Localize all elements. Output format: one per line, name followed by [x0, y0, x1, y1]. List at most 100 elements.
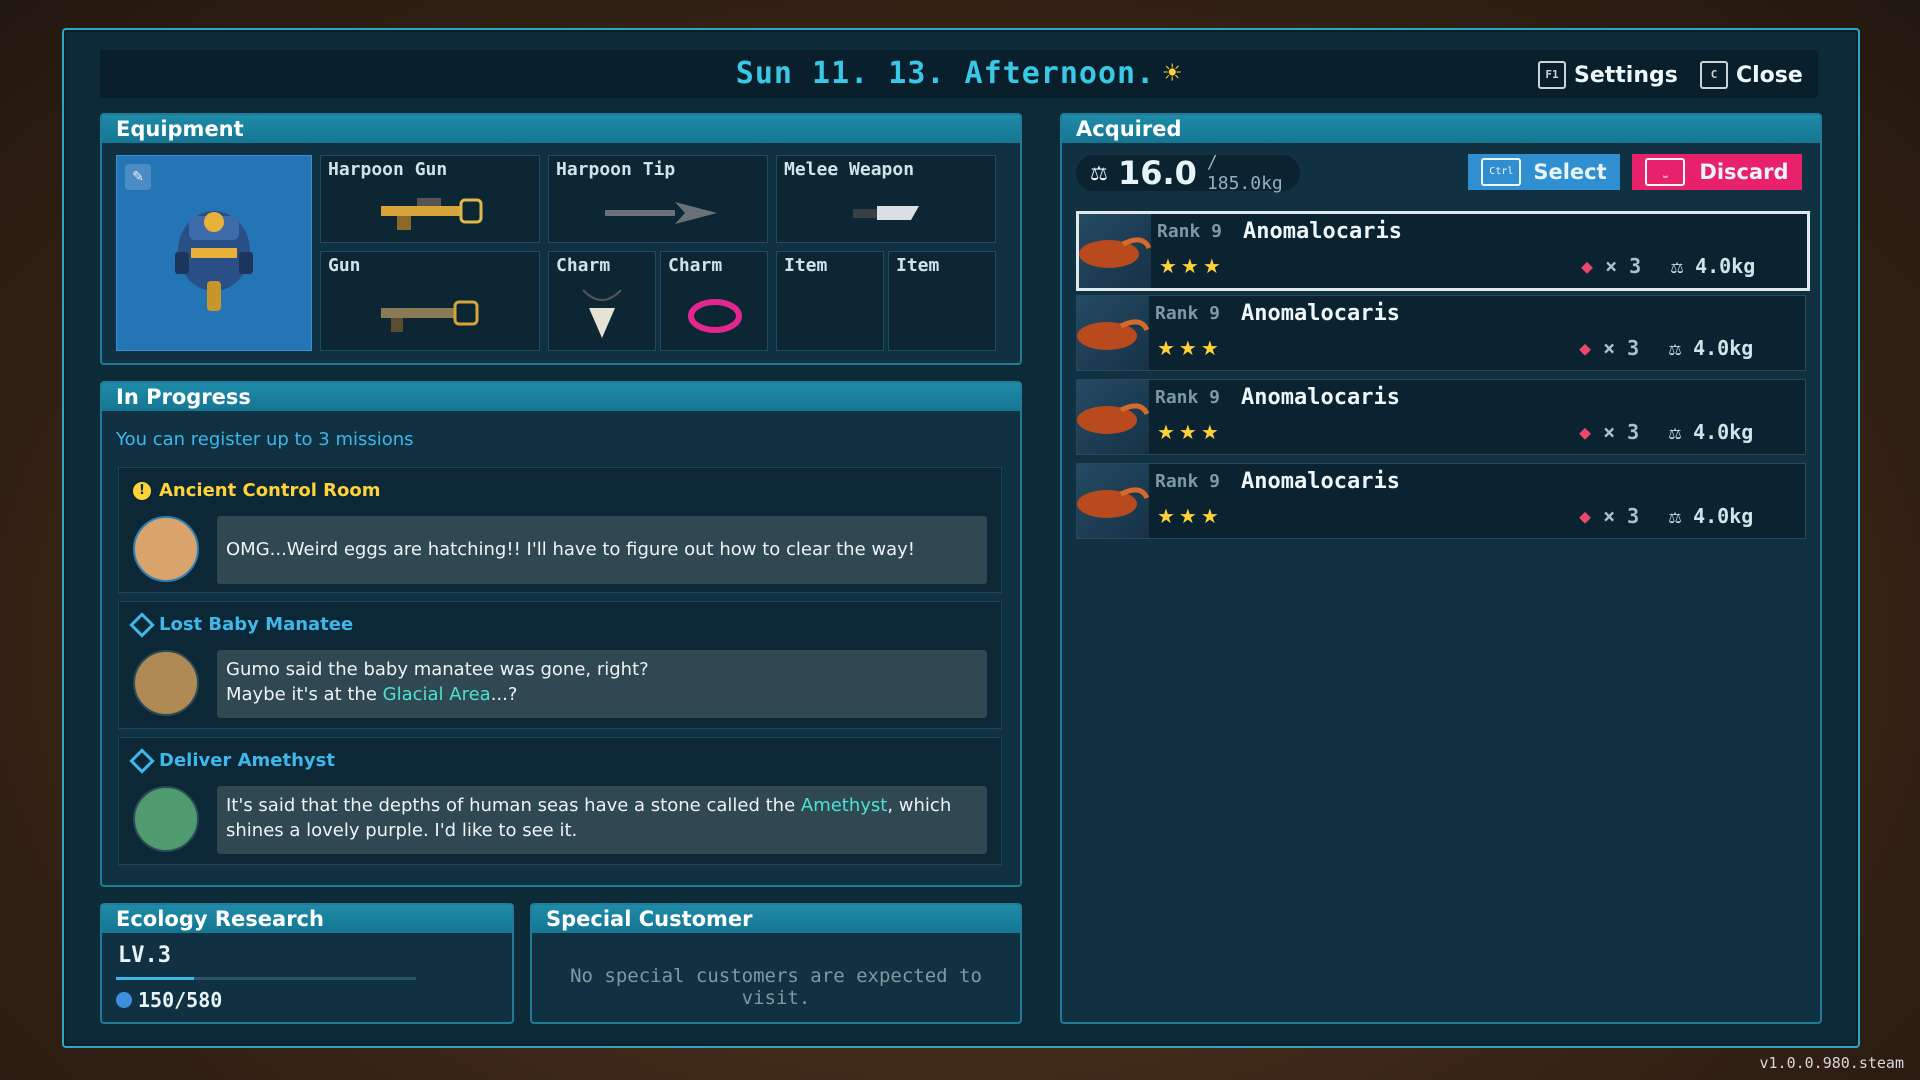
- slot-gun[interactable]: Gun: [320, 251, 540, 351]
- slot-label: Charm: [668, 255, 723, 276]
- harpoon-tip-icon: [605, 202, 717, 224]
- weight-icon: ⚖: [1671, 254, 1684, 278]
- item-quantity: ◆ × 3: [1579, 336, 1639, 360]
- star-rating: ★★★: [1157, 420, 1223, 444]
- quantity-text: × 3: [1603, 504, 1640, 528]
- slot-melee-weapon[interactable]: Melee Weapon: [776, 155, 996, 243]
- star-rating: ★★★: [1157, 336, 1223, 360]
- slot-item-2[interactable]: Item: [888, 251, 996, 351]
- slot-harpoon-gun[interactable]: Harpoon Gun: [320, 155, 540, 243]
- weight-text: 4.0kg: [1695, 254, 1756, 278]
- diver-portrait[interactable]: ✎: [116, 155, 312, 351]
- weight-indicator: ⚖ 16.0 / 185.0kg: [1076, 152, 1300, 194]
- close-label: Close: [1736, 62, 1803, 88]
- item-rank: Rank 9: [1155, 303, 1221, 324]
- slot-label: Item: [784, 255, 828, 276]
- mission-title: Lost Baby Manatee: [159, 614, 354, 635]
- slot-item-1[interactable]: Item: [776, 251, 884, 351]
- meat-icon: ◆: [1579, 420, 1592, 444]
- acquired-item-row[interactable]: Rank 9 Anomalocaris ★★★ ◆ × 3 ⚖ 4.0kg: [1076, 211, 1810, 291]
- item-name: Anomalocaris: [1241, 469, 1400, 494]
- mission-lost-baby-manatee[interactable]: Lost Baby Manatee Gumo said the baby man…: [118, 601, 1002, 729]
- equipment-title: Equipment: [102, 115, 1020, 143]
- bracelet-charm-icon: [688, 299, 742, 333]
- meat-icon: ◆: [1579, 336, 1592, 360]
- knife-icon: [853, 206, 919, 220]
- weight-icon: ⚖: [1090, 161, 1108, 185]
- acquired-title: Acquired: [1062, 115, 1820, 143]
- slot-charm-2[interactable]: Charm: [660, 251, 768, 351]
- acquired-item-row[interactable]: Rank 9 Anomalocaris ★★★ ◆ × 3 ⚖ 4.0kg: [1076, 379, 1806, 455]
- weight-capacity: / 185.0kg: [1206, 152, 1283, 194]
- message-text: OMG...Weird eggs are hatching!! I'll hav…: [226, 539, 916, 560]
- diamond-icon: [129, 611, 155, 638]
- meat-icon: ◆: [1581, 254, 1594, 278]
- tooth-charm-icon: [582, 289, 622, 338]
- select-button[interactable]: Ctrl Select: [1468, 154, 1620, 190]
- mission-ancient-control-room[interactable]: ! Ancient Control Room OMG...Weird eggs …: [118, 467, 1002, 593]
- version-label: v1.0.0.980.steam: [1759, 1054, 1905, 1072]
- anomalocaris-icon: [1077, 464, 1149, 538]
- quantity-text: × 3: [1605, 254, 1642, 278]
- settings-label: Settings: [1574, 62, 1678, 88]
- settings-button[interactable]: F1 Settings: [1538, 61, 1678, 89]
- location-highlight: Glacial Area: [382, 684, 491, 705]
- weight-icon: ⚖: [1669, 420, 1682, 444]
- slot-label: Item: [896, 255, 940, 276]
- ecology-title: Ecology Research: [102, 905, 512, 933]
- current-weight: 16.0: [1117, 154, 1197, 192]
- acquired-item-row[interactable]: Rank 9 Anomalocaris ★★★ ◆ × 3 ⚖ 4.0kg: [1076, 463, 1806, 539]
- item-weight: ⚖ 4.0kg: [1669, 420, 1753, 444]
- mission-deliver-amethyst[interactable]: Deliver Amethyst It's said that the dept…: [118, 737, 1002, 865]
- item-name: Anomalocaris: [1241, 385, 1400, 410]
- mission-title: Ancient Control Room: [159, 480, 381, 501]
- top-bar: Sun 11. 13. Afternoon. ☀ F1 Settings C Cl…: [100, 50, 1818, 98]
- slot-charm-1[interactable]: Charm: [548, 251, 656, 351]
- slot-label: Harpoon Gun: [328, 159, 448, 180]
- mission-message: OMG...Weird eggs are hatching!! I'll hav…: [217, 516, 987, 584]
- special-customer-message: No special customers are expected to vis…: [570, 965, 982, 1009]
- slot-label: Melee Weapon: [784, 159, 915, 180]
- meat-icon: ◆: [1579, 504, 1592, 528]
- slot-harpoon-tip[interactable]: Harpoon Tip: [548, 155, 768, 243]
- star-rating: ★★★: [1159, 254, 1225, 278]
- quantity-text: × 3: [1603, 420, 1640, 444]
- slot-label: Harpoon Tip: [556, 159, 676, 180]
- ecology-progress-fill: [116, 977, 194, 980]
- mission-limit-text: You can register up to 3 missions: [116, 429, 414, 450]
- anomalocaris-icon: [1079, 214, 1151, 288]
- item-quantity: ◆ × 3: [1581, 254, 1641, 278]
- close-button[interactable]: C Close: [1700, 61, 1803, 89]
- edit-icon[interactable]: ✎: [125, 164, 151, 190]
- ecology-points: 150/580: [116, 988, 222, 1012]
- message-text: Maybe it's at the: [226, 684, 383, 705]
- npc-avatar-captain: [133, 516, 199, 582]
- acquired-item-row[interactable]: Rank 9 Anomalocaris ★★★ ◆ × 3 ⚖ 4.0kg: [1076, 295, 1806, 371]
- item-quantity: ◆ × 3: [1579, 420, 1639, 444]
- ctrl-key-icon: Ctrl: [1481, 158, 1522, 186]
- special-customer-title: Special Customer: [532, 905, 1020, 933]
- item-name: Anomalocaris: [1243, 219, 1402, 244]
- special-customer-panel: Special Customer No special customers ar…: [530, 903, 1022, 1024]
- discard-label: Discard: [1699, 160, 1789, 184]
- message-text: It's said that the depths of human seas …: [226, 795, 801, 816]
- quantity-text: × 3: [1603, 336, 1640, 360]
- item-weight: ⚖ 4.0kg: [1669, 504, 1753, 528]
- item-quantity: ◆ × 3: [1579, 504, 1639, 528]
- item-highlight: Amethyst: [800, 795, 888, 816]
- message-text: ...?: [490, 684, 518, 705]
- weight-icon: ⚖: [1669, 504, 1682, 528]
- item-rank: Rank 9: [1155, 387, 1221, 408]
- space-key-icon: ⎵: [1645, 158, 1686, 186]
- weight-text: 4.0kg: [1693, 504, 1754, 528]
- ecology-level: LV.3: [118, 943, 171, 968]
- diamond-icon: [129, 747, 155, 774]
- exclamation-icon: !: [133, 481, 151, 500]
- research-point-icon: [116, 992, 132, 1008]
- mission-message: Gumo said the baby manatee was gone, rig…: [217, 650, 987, 718]
- message-line-2: Maybe it's at the Glacial Area...?: [226, 682, 978, 707]
- discard-button[interactable]: ⎵ Discard: [1632, 154, 1802, 190]
- ecology-research-panel[interactable]: Ecology Research LV.3 150/580: [100, 903, 514, 1024]
- anomalocaris-icon: [1077, 296, 1149, 370]
- weight-text: 4.0kg: [1693, 420, 1754, 444]
